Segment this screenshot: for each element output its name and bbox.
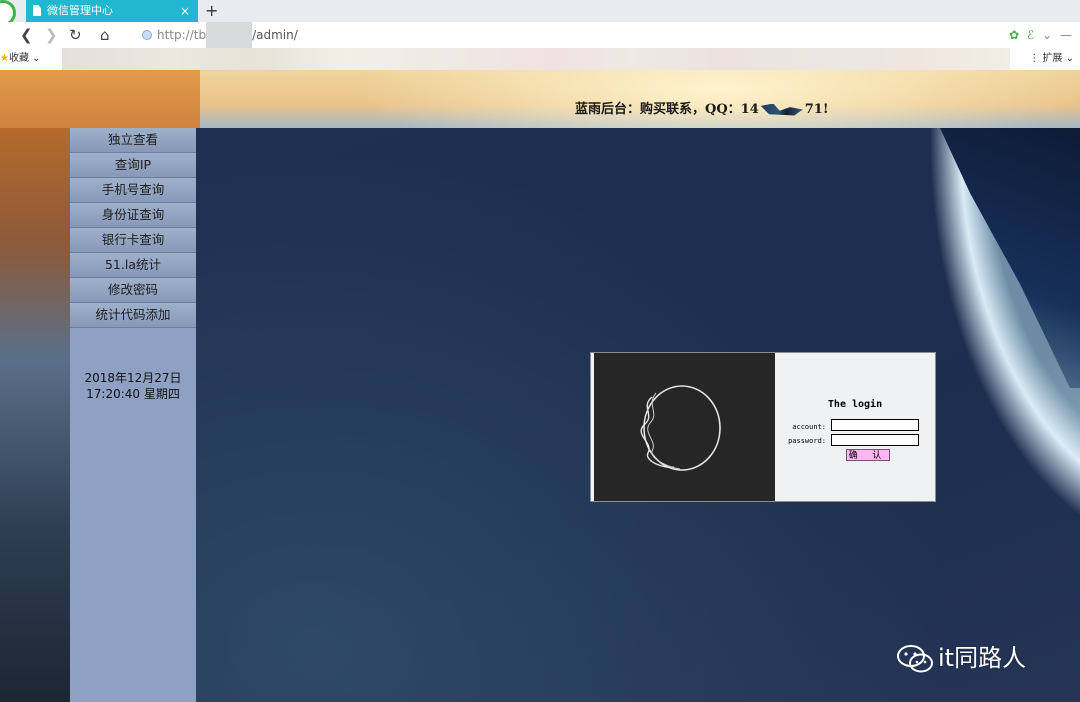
login-box: The login account: password: 确 认 xyxy=(590,352,936,502)
password-input[interactable] xyxy=(831,434,919,446)
address-bar: ❮ ❯ ↻ ⌂ http://tb/admin/ ✿ ℰ ⌄ — xyxy=(0,22,1080,49)
password-label: password: xyxy=(788,437,826,445)
sidebar-item-bank-card-lookup[interactable]: 银行卡查询 xyxy=(70,228,196,253)
page-body: 蓝雨后台：购买联系，QQ：14 71! 独立查看 查询IP 手机号查询 身份证查询… xyxy=(0,70,1080,702)
sidebar-item-add-stats-code[interactable]: 统计代码添加 xyxy=(70,303,196,328)
sidebar-item-id-card-lookup[interactable]: 身份证查询 xyxy=(70,203,196,228)
login-panel: The login account: password: 确 认 xyxy=(775,353,935,501)
site-info-icon[interactable] xyxy=(142,30,152,40)
login-artwork xyxy=(594,353,775,501)
url-prefix: http://tb xyxy=(157,28,207,42)
account-label: account: xyxy=(792,423,826,431)
sidebar-item-standalone-view[interactable]: 独立查看 xyxy=(70,128,196,153)
sidebar-menu: 独立查看 查询IP 手机号查询 身份证查询 银行卡查询 51.la统计 修改密码… xyxy=(70,128,196,328)
watermark: it同路人 xyxy=(896,638,1026,674)
bookmark-extensions[interactable]: ⋮ 扩展 ⌄ xyxy=(1029,48,1074,70)
wechat-icon xyxy=(897,645,933,673)
header-prefix: 蓝雨后台：购买联系，QQ：14 xyxy=(575,102,759,117)
sidebar-item-change-password[interactable]: 修改密码 xyxy=(70,278,196,303)
admin-header: 蓝雨后台：购买联系，QQ：14 71! xyxy=(575,98,829,117)
login-title: The login xyxy=(827,399,883,410)
tab-close-icon[interactable]: × xyxy=(180,0,190,22)
back-icon[interactable]: ❮ xyxy=(20,22,33,48)
clock: 2018年12月27日 17:20:40 星期四 xyxy=(70,370,196,402)
background-grass xyxy=(0,128,70,702)
submit-button[interactable]: 确 认 xyxy=(846,449,890,461)
document-icon xyxy=(33,5,41,16)
bookmark-favorites[interactable]: ★收藏 ⌄ xyxy=(0,48,41,70)
watermark-text: it同路人 xyxy=(938,644,1027,672)
sidebar-item-ip-lookup[interactable]: 查询IP xyxy=(70,153,196,178)
toolbar-icon-2[interactable]: ⌄ xyxy=(1042,28,1052,42)
home-icon[interactable]: ⌂ xyxy=(100,22,110,48)
qq-redaction xyxy=(760,103,803,116)
toolbar-icons: ✿ ℰ ⌄ — xyxy=(1005,22,1072,48)
tab-active[interactable]: 微信管理中心 × xyxy=(26,0,198,22)
url-input[interactable]: http://tb/admin/ xyxy=(157,22,298,48)
circle-wave-icon xyxy=(640,385,721,471)
toolbar-icon-3[interactable]: — xyxy=(1060,28,1072,42)
bookmark-favorites-label: 收藏 xyxy=(8,53,29,64)
forward-icon[interactable]: ❯ xyxy=(45,22,58,48)
url-path: /admin/ xyxy=(252,28,298,42)
toolbar-icon-0[interactable]: ✿ xyxy=(1009,28,1019,42)
bookmark-extensions-label: 扩展 xyxy=(1042,53,1063,64)
new-tab-button[interactable]: + xyxy=(205,0,218,22)
header-suffix: 71! xyxy=(804,102,829,117)
url-redaction xyxy=(206,22,253,48)
toolbar-icon-1[interactable]: ℰ xyxy=(1027,28,1034,42)
tab-title: 微信管理中心 xyxy=(47,4,113,17)
star-icon: ★ xyxy=(0,53,9,64)
clock-time: 17:20:40 星期四 xyxy=(86,387,180,401)
reload-icon[interactable]: ↻ xyxy=(69,22,82,48)
sidebar-item-phone-lookup[interactable]: 手机号查询 xyxy=(70,178,196,203)
account-input[interactable] xyxy=(831,419,919,431)
clock-date: 2018年12月27日 xyxy=(84,371,182,385)
sidebar: 独立查看 查询IP 手机号查询 身份证查询 银行卡查询 51.la统计 修改密码… xyxy=(70,128,196,702)
tab-bar: 微信管理中心 × + xyxy=(0,0,1080,26)
sidebar-item-51la-stats[interactable]: 51.la统计 xyxy=(70,253,196,278)
